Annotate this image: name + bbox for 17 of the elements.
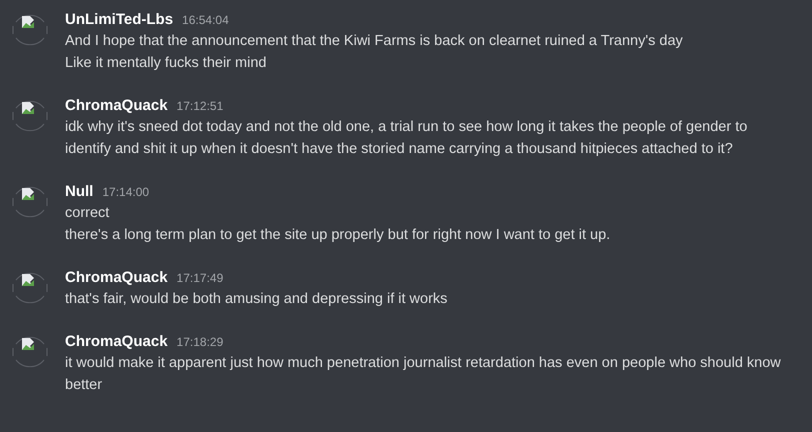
timestamp: 17:12:51 (176, 98, 224, 115)
message-text: Like it mentally fucks their mind (65, 54, 268, 73)
message-text: there's a long term plan to get the site up properly but for right now I want to get it up. (65, 226, 610, 245)
author-name[interactable]: ChromaQuack (65, 268, 168, 288)
author-name[interactable]: Null (65, 182, 94, 202)
message-text: it would make it apparent just how much penetration journalist retardation has even on people who should know better (65, 354, 782, 395)
message-text: idk why it's sneed dot today and not the old one, a trial run to see how long it takes the people of gender to identify and shit it up when it doesn't have the storied name carrying a thousand hitpieces attached to it? (65, 118, 748, 159)
message-text: correct (65, 204, 110, 223)
message-text: that's fair, would be both amusing and depressing if it works (65, 290, 448, 309)
timestamp: 16:54:04 (182, 12, 229, 29)
author-name[interactable]: UnLimiTed-Lbs (65, 10, 174, 30)
timestamp: 17:14:00 (102, 184, 150, 201)
timestamp: 17:18:29 (176, 334, 224, 351)
timestamp: 17:17:49 (176, 270, 224, 287)
author-name[interactable]: ChromaQuack (65, 96, 168, 116)
author-name[interactable]: ChromaQuack (65, 332, 168, 352)
message-text: And I hope that the announcement that the Kiwi Farms is back on clearnet ruined a Tranny's day (65, 32, 683, 51)
